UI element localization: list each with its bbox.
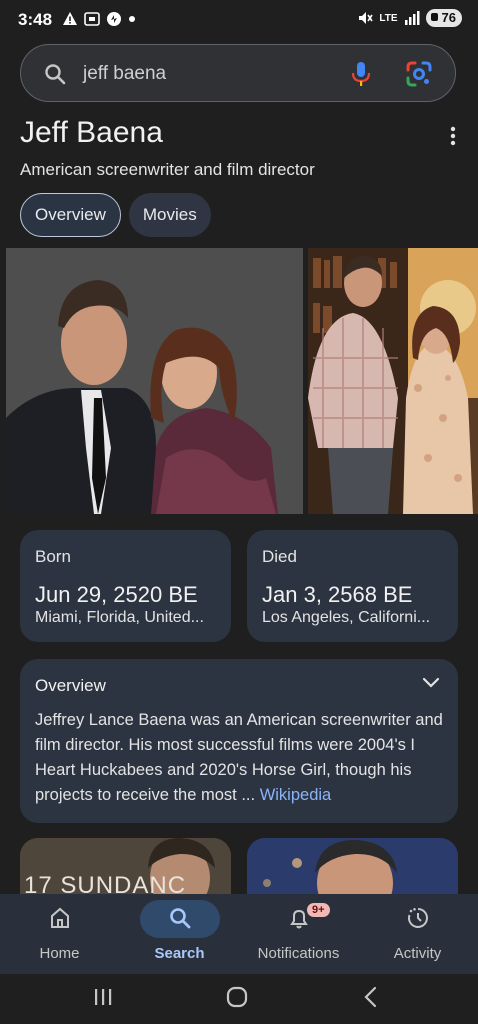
status-time: 3:48 [18,10,53,29]
search-icon [169,908,190,929]
died-date: Jan 3, 2568 BE [262,582,413,607]
search-bar[interactable]: jeff baena [20,44,456,102]
chevron-down-icon[interactable] [422,677,440,689]
system-navigation-bar [0,974,478,1024]
born-place: Miami, Florida, United... [35,609,204,626]
search-input[interactable]: jeff baena [83,63,166,85]
born-date: Jun 29, 2520 BE [35,582,198,607]
status-notification-icons [62,11,136,27]
overview-card[interactable]: Overview Jeffrey Lance Baena was an Amer… [20,659,458,823]
bottom-navigation: Home Search 9+ Notifications Activity [0,894,478,974]
mute-icon [359,12,374,24]
died-place: Los Angeles, Californi... [262,609,431,626]
warning-icon [63,12,77,25]
overview-text-block: Jeffrey Lance Baena was an American scre… [35,708,445,808]
nav-notifications-label: Notifications [257,945,340,962]
status-bar: 3:48 LTE 76 [0,0,478,40]
tab-overview[interactable]: Overview [20,193,121,237]
wikipedia-link[interactable]: Wikipedia [260,786,332,804]
related-thumbnail-2[interactable] [247,838,458,898]
nav-search[interactable]: Search [120,894,239,974]
search-icon [45,64,66,85]
signal-icon [404,11,420,25]
died-card[interactable]: Died Jan 3, 2568 BE Los Angeles, Califor… [247,530,458,642]
died-label: Died [262,547,297,566]
born-card[interactable]: Born Jun 29, 2520 BE Miami, Florida, Uni… [20,530,231,642]
nav-search-label: Search [154,945,205,962]
home-button-icon[interactable] [225,986,249,1008]
more-notifications-dot-icon [129,16,135,22]
overview-text: Jeffrey Lance Baena was an American scre… [35,711,443,804]
lte-label: LTE [379,12,398,24]
screenshot-icon [84,12,100,26]
entity-title: Jeff Baena [20,116,163,149]
nav-home-label: Home [39,945,80,962]
google-lens-icon[interactable] [405,60,433,88]
related-thumbnail-1[interactable]: 17 SUNDANC [20,838,231,898]
nav-home[interactable]: Home [0,894,119,974]
more-options-icon[interactable] [450,126,456,146]
tab-movies[interactable]: Movies [128,193,211,237]
entity-photo-secondary[interactable] [308,248,478,514]
entity-photo-main[interactable] [6,248,303,514]
overview-heading: Overview [35,676,106,695]
nav-activity[interactable]: Activity [358,894,477,974]
voice-search-icon[interactable] [349,60,373,88]
entity-tabs: Overview Movies [20,193,211,237]
status-system-icons: LTE 76 [357,9,462,27]
recent-apps-icon[interactable] [92,986,114,1008]
notification-badge: 9+ [307,903,330,917]
born-label: Born [35,547,71,566]
activity-icon [407,908,428,928]
nav-notifications[interactable]: 9+ Notifications [239,894,358,974]
entity-subtitle: American screenwriter and film director [20,160,315,179]
home-icon [50,907,69,928]
nav-activity-label: Activity [393,945,442,962]
app-notification-icon [107,12,121,26]
back-icon[interactable] [362,986,380,1008]
battery-indicator: 76 [425,9,462,27]
